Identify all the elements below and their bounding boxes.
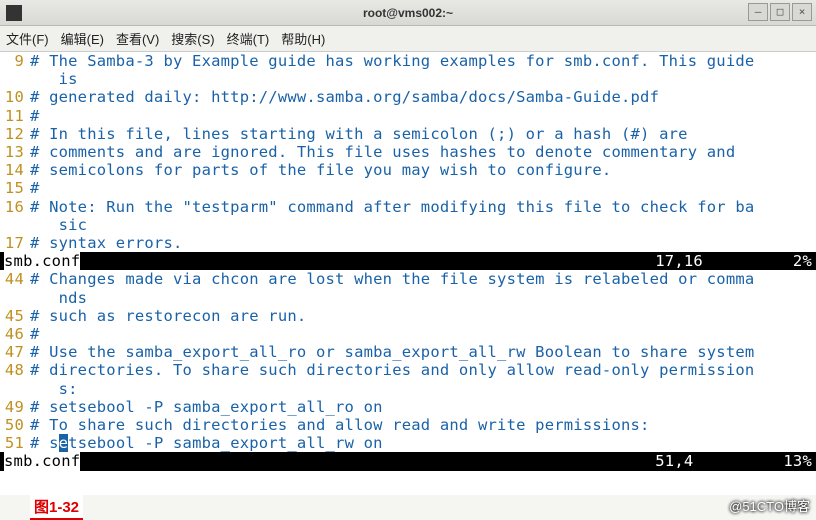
cursor-position: 17,16: [655, 252, 793, 270]
code-text: #: [30, 325, 40, 343]
window-controls: – □ ×: [748, 3, 812, 21]
minimize-button[interactable]: –: [748, 3, 768, 21]
code-text: # syntax errors.: [30, 234, 183, 252]
menu-help[interactable]: 帮助(H): [281, 29, 325, 48]
editor-area[interactable]: 9# The Samba-3 by Example guide has work…: [0, 52, 816, 495]
line-number: 11: [0, 107, 30, 125]
line-number: 51: [0, 434, 30, 452]
line-number: 13: [0, 143, 30, 161]
code-text: # In this file, lines starting with a se…: [30, 125, 688, 143]
code-text: # Changes made via chcon are lost when t…: [30, 270, 754, 288]
code-text: # Note: Run the "testparm" command after…: [30, 198, 754, 216]
menubar: 文件(F) 编辑(E) 查看(V) 搜索(S) 终端(T) 帮助(H): [0, 26, 816, 52]
code-text: # such as restorecon are run.: [30, 307, 306, 325]
menu-edit[interactable]: 编辑(E): [61, 29, 104, 48]
code-text: # directories. To share such directories…: [30, 361, 754, 379]
figure-footer: 图1-32: [0, 495, 816, 519]
titlebar: root@vms002:~ – □ ×: [0, 0, 816, 26]
line-number: 47: [0, 343, 30, 361]
app-icon: [6, 5, 22, 21]
menu-terminal[interactable]: 终端(T): [227, 29, 270, 48]
line-number: 12: [0, 125, 30, 143]
pane2-statusbar: smb.conf 51,4 13%: [0, 452, 816, 470]
code-text: is: [30, 70, 78, 88]
code-text: # To share such directories and allow re…: [30, 416, 650, 434]
line-number: [0, 70, 30, 88]
menu-file[interactable]: 文件(F): [6, 29, 49, 48]
code-text: # semicolons for parts of the file you m…: [30, 161, 611, 179]
line-number: 16: [0, 198, 30, 216]
code-text: # The Samba-3 by Example guide has worki…: [30, 52, 754, 70]
code-text: # setsebool -P samba_export_all_ro on: [30, 398, 383, 416]
watermark: @51CTO博客: [729, 496, 810, 515]
code-text: # comments and are ignored. This file us…: [30, 143, 735, 161]
menu-search[interactable]: 搜索(S): [171, 29, 214, 48]
line-number: 44: [0, 270, 30, 288]
line-number: 9: [0, 52, 30, 70]
line-number: [0, 216, 30, 234]
pane1-statusbar: smb.conf 17,16 2%: [0, 252, 816, 270]
close-button[interactable]: ×: [792, 3, 812, 21]
file-percent: 2%: [793, 252, 812, 270]
menu-view[interactable]: 查看(V): [116, 29, 159, 48]
maximize-button[interactable]: □: [770, 3, 790, 21]
code-text: s:: [30, 380, 78, 398]
cursor: e: [59, 434, 69, 452]
code-text: #: [30, 179, 40, 197]
line-number: 48: [0, 361, 30, 379]
line-number: [0, 380, 30, 398]
window-title: root@vms002:~: [363, 6, 453, 20]
cursor-position: 51,4: [655, 452, 783, 470]
line-number: 10: [0, 88, 30, 106]
line-number: 49: [0, 398, 30, 416]
file-percent: 13%: [783, 452, 812, 470]
code-text: # setsebool -P samba_export_all_rw on: [30, 434, 383, 452]
line-number: 50: [0, 416, 30, 434]
buffer-name: smb.conf: [4, 252, 80, 270]
code-text: #: [30, 107, 40, 125]
line-number: [0, 289, 30, 307]
code-text: # Use the samba_export_all_ro or samba_e…: [30, 343, 754, 361]
code-text: # generated daily: http://www.samba.org/…: [30, 88, 659, 106]
code-text: sic: [30, 216, 87, 234]
line-number: 45: [0, 307, 30, 325]
code-text: nds: [30, 289, 87, 307]
line-number: 17: [0, 234, 30, 252]
line-number: 46: [0, 325, 30, 343]
buffer-name: smb.conf: [4, 452, 80, 470]
line-number: 15: [0, 179, 30, 197]
figure-label: 图1-32: [30, 495, 83, 520]
line-number: 14: [0, 161, 30, 179]
